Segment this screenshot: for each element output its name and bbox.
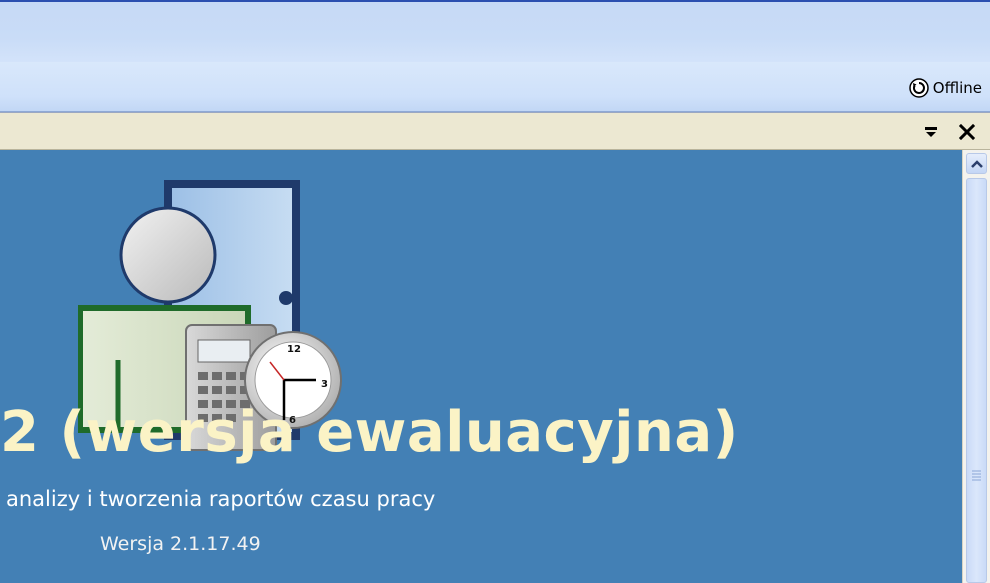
version-label: Wersja 2.1.17.49 xyxy=(100,533,261,555)
splash-content: 12 3 6 2 (wersja ewaluacyjna) analizy i … xyxy=(0,150,962,583)
status-bar: Offline xyxy=(0,62,990,112)
offline-button[interactable]: Offline xyxy=(909,76,982,100)
toolbar-band xyxy=(0,0,990,62)
task-pane-header xyxy=(0,112,990,150)
vertical-scrollbar[interactable] xyxy=(962,150,990,583)
splash-title: 2 (wersja ewaluacyjna) xyxy=(0,400,739,465)
svg-text:3: 3 xyxy=(321,379,328,390)
scroll-thumb[interactable] xyxy=(966,178,987,583)
offline-label: Offline xyxy=(932,79,982,97)
chevron-up-icon xyxy=(970,159,983,168)
svg-text:12: 12 xyxy=(287,344,301,355)
grip-icon xyxy=(972,470,981,481)
sync-circle-icon xyxy=(909,78,929,98)
pane-options-icon xyxy=(925,127,937,137)
pane-options-button[interactable] xyxy=(920,121,942,143)
pane-close-button[interactable] xyxy=(956,121,978,143)
scroll-up-button[interactable] xyxy=(966,153,987,174)
close-icon xyxy=(959,124,975,140)
splash-subtitle: analizy i tworzenia raportów czasu pracy xyxy=(6,487,436,511)
